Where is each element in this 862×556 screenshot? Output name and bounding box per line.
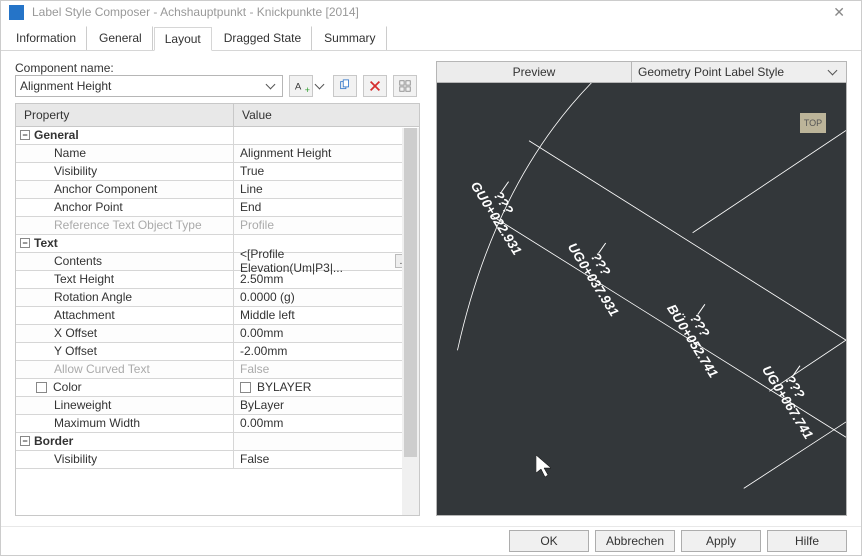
- color-checkbox-icon[interactable]: [36, 382, 47, 393]
- prop-allow-curved-text: Allow Curved Text: [16, 361, 234, 378]
- collapse-icon[interactable]: −: [20, 238, 30, 248]
- viewcube-top-button[interactable]: TOP: [800, 113, 826, 133]
- chevron-down-icon: [828, 65, 838, 75]
- tab-strip: Information General Layout Dragged State…: [1, 24, 861, 51]
- component-name-value: Alignment Height: [20, 79, 111, 93]
- group-general[interactable]: −General: [16, 127, 234, 144]
- close-button[interactable]: ✕: [825, 2, 853, 23]
- prop-visibility[interactable]: Visibility: [16, 163, 234, 180]
- prop-rotation-angle[interactable]: Rotation Angle: [16, 289, 234, 306]
- component-name-combo[interactable]: Alignment Height: [15, 75, 283, 97]
- tab-general[interactable]: General: [88, 26, 153, 50]
- group-text[interactable]: −Text: [16, 235, 234, 252]
- dialog-window: Label Style Composer - Achshauptpunkt - …: [0, 0, 862, 556]
- copy-component-button[interactable]: [333, 75, 357, 97]
- cursor-icon: [536, 455, 558, 481]
- collapse-icon[interactable]: −: [20, 436, 30, 446]
- apply-button[interactable]: Apply: [681, 530, 761, 552]
- order-component-button[interactable]: [393, 75, 417, 97]
- preview-canvas[interactable]: TOP: [436, 83, 847, 516]
- preview-drawing: ??? 0+022.931 GU ??? 0+037.931 UG ??? 0+…: [437, 83, 846, 515]
- add-dropdown-icon[interactable]: [315, 79, 325, 89]
- tab-layout[interactable]: Layout: [154, 27, 212, 51]
- header-property: Property: [16, 104, 234, 126]
- prop-lineweight[interactable]: Lineweight: [16, 397, 234, 414]
- prop-border-visibility[interactable]: Visibility: [16, 451, 234, 468]
- property-header: Property Value: [16, 104, 419, 127]
- title-bar: Label Style Composer - Achshauptpunkt - …: [1, 1, 861, 24]
- prop-value[interactable]: Alignment Height: [234, 145, 419, 162]
- header-value: Value: [234, 104, 419, 126]
- prop-x-offset[interactable]: X Offset: [16, 325, 234, 342]
- property-body[interactable]: −General NameAlignment Height Visibility…: [16, 127, 419, 515]
- prop-anchor-component[interactable]: Anchor Component: [16, 181, 234, 198]
- cancel-button[interactable]: Abbrechen: [595, 530, 675, 552]
- tab-information[interactable]: Information: [5, 26, 87, 50]
- group-border[interactable]: −Border: [16, 433, 234, 450]
- tab-dragged-state[interactable]: Dragged State: [213, 26, 312, 50]
- delete-component-button[interactable]: [363, 75, 387, 97]
- svg-text:A: A: [295, 81, 302, 92]
- component-name-label: Component name:: [15, 61, 420, 75]
- prop-y-offset[interactable]: Y Offset: [16, 343, 234, 360]
- preview-style-combo[interactable]: Geometry Point Label Style: [632, 62, 846, 82]
- dialog-footer: OK Abbrechen Apply Hilfe: [1, 526, 861, 555]
- property-grid: Property Value −General NameAlignment He…: [15, 103, 420, 516]
- color-swatch-icon: [240, 382, 251, 393]
- tab-summary[interactable]: Summary: [313, 26, 386, 50]
- window-title: Label Style Composer - Achshauptpunkt - …: [32, 5, 817, 19]
- prop-max-width[interactable]: Maximum Width: [16, 415, 234, 432]
- scrollbar[interactable]: [402, 128, 419, 515]
- collapse-icon[interactable]: −: [20, 130, 30, 140]
- prop-attachment[interactable]: Attachment: [16, 307, 234, 324]
- prop-color[interactable]: Color: [16, 379, 234, 396]
- add-component-button[interactable]: A +: [289, 75, 313, 97]
- prop-ref-text-object-type: Reference Text Object Type: [16, 217, 234, 234]
- prop-anchor-point[interactable]: Anchor Point: [16, 199, 234, 216]
- ok-button[interactable]: OK: [509, 530, 589, 552]
- prop-name[interactable]: Name: [16, 145, 234, 162]
- preview-tab[interactable]: Preview: [437, 62, 632, 82]
- help-button[interactable]: Hilfe: [767, 530, 847, 552]
- prop-text-height[interactable]: Text Height: [16, 271, 234, 288]
- scrollbar-thumb[interactable]: [404, 128, 417, 457]
- prop-contents[interactable]: Contents: [16, 253, 234, 270]
- chevron-down-icon: [266, 79, 276, 89]
- app-icon: [9, 5, 24, 20]
- preview-header: Preview Geometry Point Label Style: [436, 61, 847, 83]
